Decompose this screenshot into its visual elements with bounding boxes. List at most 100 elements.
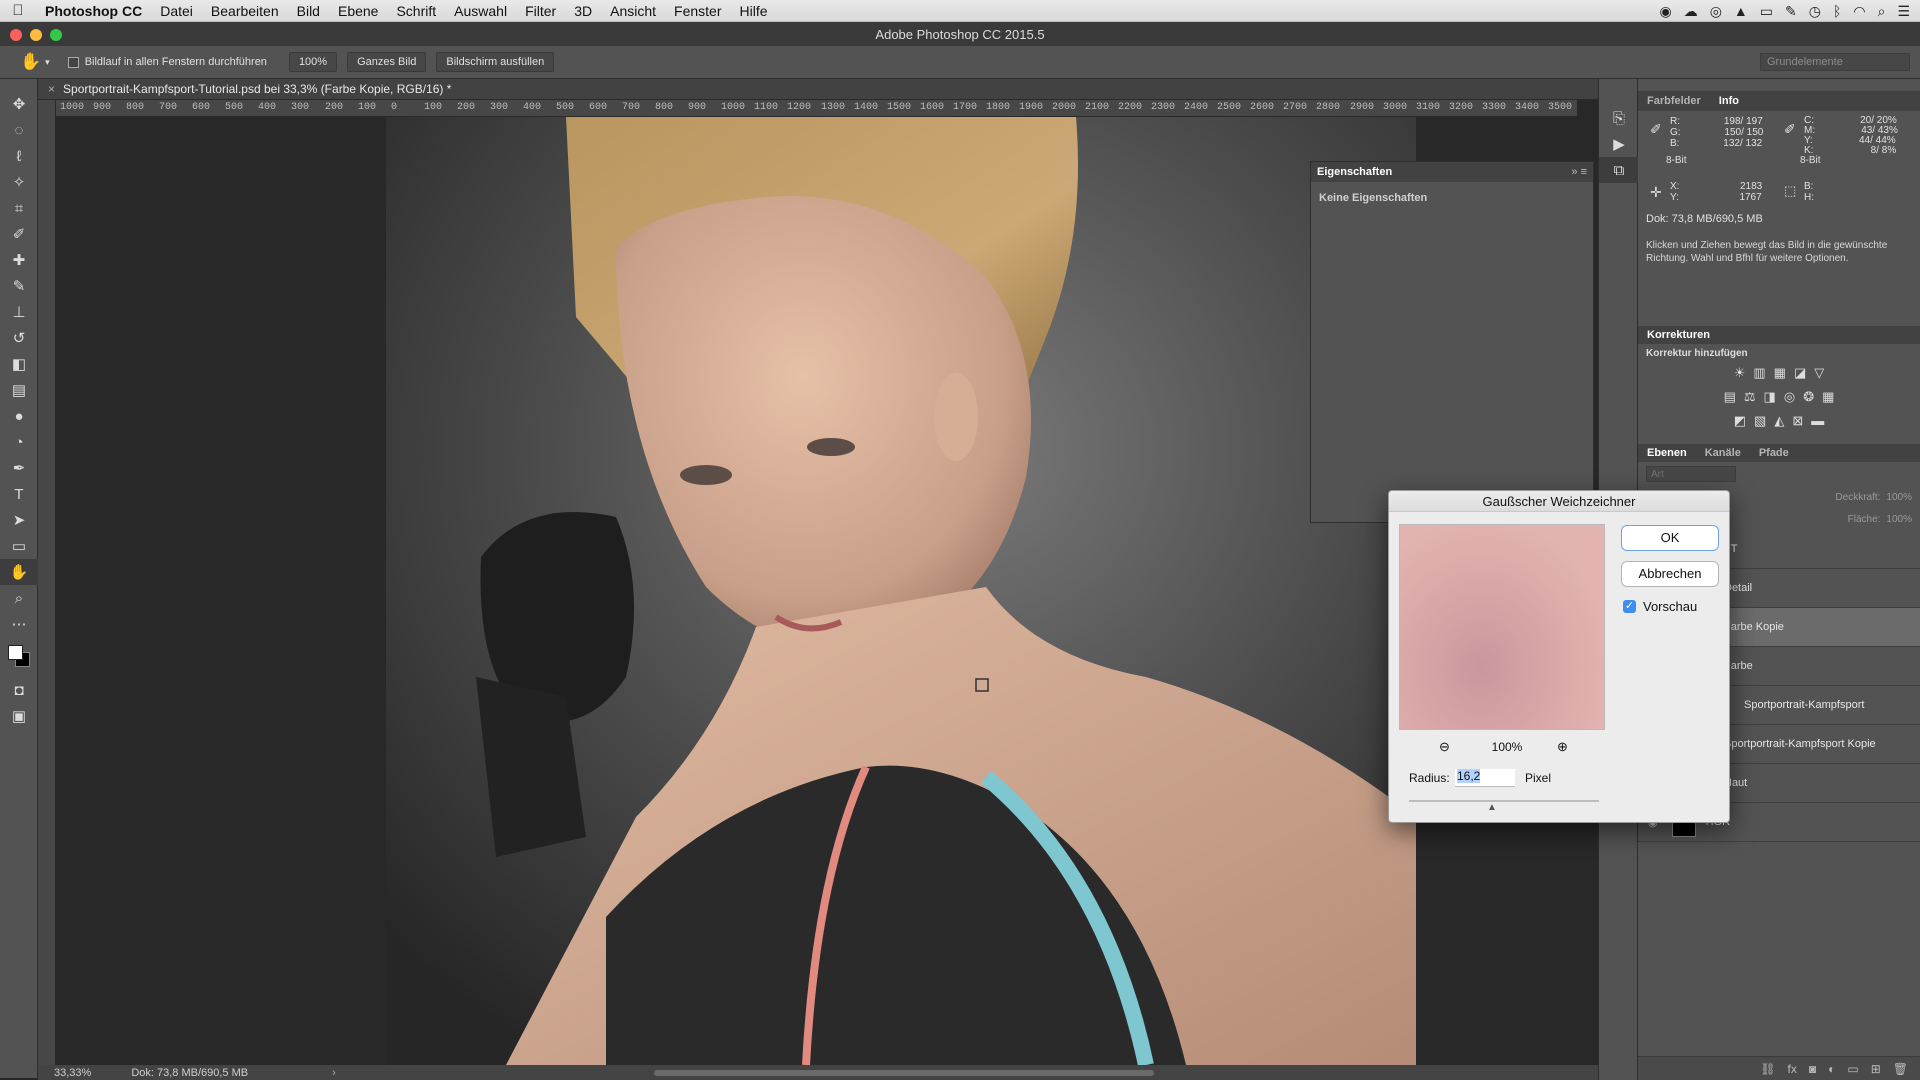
- blur-preview[interactable]: [1399, 524, 1605, 730]
- minimize-window-button[interactable]: [30, 29, 42, 41]
- zoom-window-button[interactable]: [50, 29, 62, 41]
- fit-screen-button[interactable]: Ganzes Bild: [347, 52, 427, 72]
- color-swatches[interactable]: [0, 637, 37, 677]
- tool-preset-chevron-icon[interactable]: ▾: [45, 57, 50, 68]
- document-tab[interactable]: × Sportportrait-Kampfsport-Tutorial.psd …: [38, 79, 1598, 100]
- history-brush-tool-icon[interactable]: ↺: [0, 325, 38, 351]
- menu-fenster[interactable]: Fenster: [665, 3, 730, 19]
- spotlight-icon[interactable]: ⌕: [1878, 3, 1886, 20]
- notification-center-icon[interactable]: ☰: [1897, 3, 1910, 20]
- close-document-icon[interactable]: ×: [48, 82, 55, 96]
- exposure-icon[interactable]: ◪: [1794, 365, 1806, 381]
- wifi-icon[interactable]: ◠: [1853, 3, 1865, 20]
- tab-kanaele[interactable]: Kanäle: [1696, 447, 1750, 459]
- tab-info[interactable]: Info: [1710, 95, 1748, 107]
- hand-tool-icon[interactable]: ✋: [0, 559, 38, 585]
- brightness-icon[interactable]: ☀: [1734, 365, 1746, 381]
- trash-icon[interactable]: 🗑: [1893, 1062, 1908, 1076]
- zoom-out-icon[interactable]: ⊖: [1439, 739, 1450, 755]
- opacity-value[interactable]: 100%: [1886, 492, 1912, 503]
- blur-tool-icon[interactable]: ●: [0, 403, 38, 429]
- properties-panel-icon[interactable]: ⧉: [1599, 157, 1639, 183]
- type-tool-icon[interactable]: T: [0, 481, 38, 507]
- crop-tool-icon[interactable]: ⌗: [0, 195, 38, 221]
- foreground-color-swatch[interactable]: [8, 645, 23, 660]
- eraser-tool-icon[interactable]: ◧: [0, 351, 38, 377]
- status-menu-chevron-icon[interactable]: ›: [332, 1067, 336, 1079]
- layer-filter-input[interactable]: [1646, 466, 1736, 482]
- lasso-tool-icon[interactable]: ℓ: [0, 143, 38, 169]
- black-white-icon[interactable]: ◨: [1764, 389, 1776, 405]
- rectangle-tool-icon[interactable]: ▭: [0, 533, 38, 559]
- workspace-switcher[interactable]: Grundelemente: [1760, 53, 1910, 71]
- properties-title[interactable]: Eigenschaften: [1317, 166, 1392, 178]
- creative-cloud-icon[interactable]: ◎: [1710, 3, 1722, 20]
- layer-fx-icon[interactable]: fx: [1788, 1062, 1797, 1076]
- cancel-button[interactable]: Abbrechen: [1621, 561, 1719, 587]
- posterize-icon[interactable]: ▧: [1754, 413, 1766, 429]
- quick-mask-icon[interactable]: ◘: [0, 677, 38, 703]
- radius-slider-track[interactable]: [1409, 800, 1599, 802]
- tab-farbfelder[interactable]: Farbfelder: [1638, 95, 1710, 107]
- horizontal-scrollbar[interactable]: [654, 1070, 1154, 1076]
- photo-filter-icon[interactable]: ◎: [1784, 389, 1795, 405]
- zoom-level[interactable]: 33,33%: [54, 1067, 91, 1079]
- color-lookup-icon[interactable]: ▦: [1822, 389, 1834, 405]
- bluetooth-icon[interactable]: ᛒ: [1833, 3, 1841, 19]
- menu-bearbeiten[interactable]: Bearbeiten: [202, 3, 288, 19]
- fill-screen-button[interactable]: Bildschirm ausfüllen: [436, 52, 555, 72]
- more-tools-icon[interactable]: ⋯: [0, 611, 38, 637]
- menu-auswahl[interactable]: Auswahl: [445, 3, 516, 19]
- actions-play-icon[interactable]: ▶: [1599, 131, 1639, 157]
- zoom-in-icon[interactable]: ⊕: [1557, 739, 1568, 755]
- zoom-100-button[interactable]: 100%: [288, 52, 338, 72]
- hue-saturation-icon[interactable]: ▤: [1724, 389, 1736, 405]
- pen-tool-icon[interactable]: ✒: [0, 455, 38, 481]
- brush-tool-icon[interactable]: ✎: [0, 273, 38, 299]
- document-image[interactable]: [386, 117, 1416, 1065]
- selective-color-icon[interactable]: ⊠: [1792, 413, 1803, 429]
- script-icon[interactable]: ✎: [1785, 3, 1797, 20]
- preview-checkbox[interactable]: ✓: [1623, 600, 1636, 613]
- menu-ansicht[interactable]: Ansicht: [601, 3, 665, 19]
- color-balance-icon[interactable]: ⚖: [1744, 389, 1756, 405]
- fill-value[interactable]: 100%: [1886, 514, 1912, 525]
- clone-stamp-tool-icon[interactable]: ⊥: [0, 299, 38, 325]
- hand-tool-icon[interactable]: ✋: [20, 52, 41, 72]
- time-machine-icon[interactable]: ◷: [1809, 3, 1821, 20]
- invert-icon[interactable]: ◩: [1734, 413, 1746, 429]
- corrections-title[interactable]: Korrekturen: [1638, 329, 1719, 341]
- tab-ebenen[interactable]: Ebenen: [1638, 447, 1696, 459]
- new-layer-icon[interactable]: ⊞: [1871, 1062, 1881, 1076]
- menu-app-name[interactable]: Photoshop CC: [36, 3, 151, 19]
- add-mask-icon[interactable]: ◙: [1809, 1062, 1816, 1076]
- marquee-tool-icon[interactable]: ◌: [0, 117, 38, 143]
- menu-datei[interactable]: Datei: [151, 3, 202, 19]
- eyedropper-tool-icon[interactable]: ✐: [0, 221, 38, 247]
- link-layers-icon[interactable]: ⛓: [1760, 1062, 1775, 1076]
- dodge-tool-icon[interactable]: ◔: [0, 429, 38, 455]
- menu-3d[interactable]: 3D: [565, 3, 601, 19]
- gradient-tool-icon[interactable]: ▤: [0, 377, 38, 403]
- scroll-all-checkbox[interactable]: [67, 56, 79, 68]
- close-window-button[interactable]: [10, 29, 22, 41]
- threshold-icon[interactable]: ◭: [1774, 413, 1784, 429]
- menu-hilfe[interactable]: Hilfe: [731, 3, 777, 19]
- vibrance-icon[interactable]: ▽: [1814, 365, 1824, 381]
- menu-bild[interactable]: Bild: [288, 3, 329, 19]
- channel-mixer-icon[interactable]: ❂: [1803, 389, 1814, 405]
- radius-input[interactable]: 16,2: [1455, 769, 1515, 787]
- zoom-tool-icon[interactable]: ⌕: [0, 585, 38, 611]
- curves-icon[interactable]: ▦: [1774, 365, 1786, 381]
- history-panel-icon[interactable]: ⎘: [1599, 105, 1639, 131]
- display-icon[interactable]: ▭: [1760, 3, 1773, 20]
- record-icon[interactable]: ◉: [1659, 3, 1671, 20]
- quick-select-tool-icon[interactable]: ✧: [0, 169, 38, 195]
- gradient-map-icon[interactable]: ▬: [1811, 413, 1824, 429]
- screen-mode-icon[interactable]: ▣: [0, 703, 38, 729]
- radius-slider-thumb[interactable]: ▲: [1487, 802, 1497, 813]
- drive-icon[interactable]: ▲: [1734, 3, 1748, 19]
- cloud-icon[interactable]: ☁: [1684, 3, 1698, 20]
- menu-ebene[interactable]: Ebene: [329, 3, 387, 19]
- healing-brush-tool-icon[interactable]: ✚: [0, 247, 38, 273]
